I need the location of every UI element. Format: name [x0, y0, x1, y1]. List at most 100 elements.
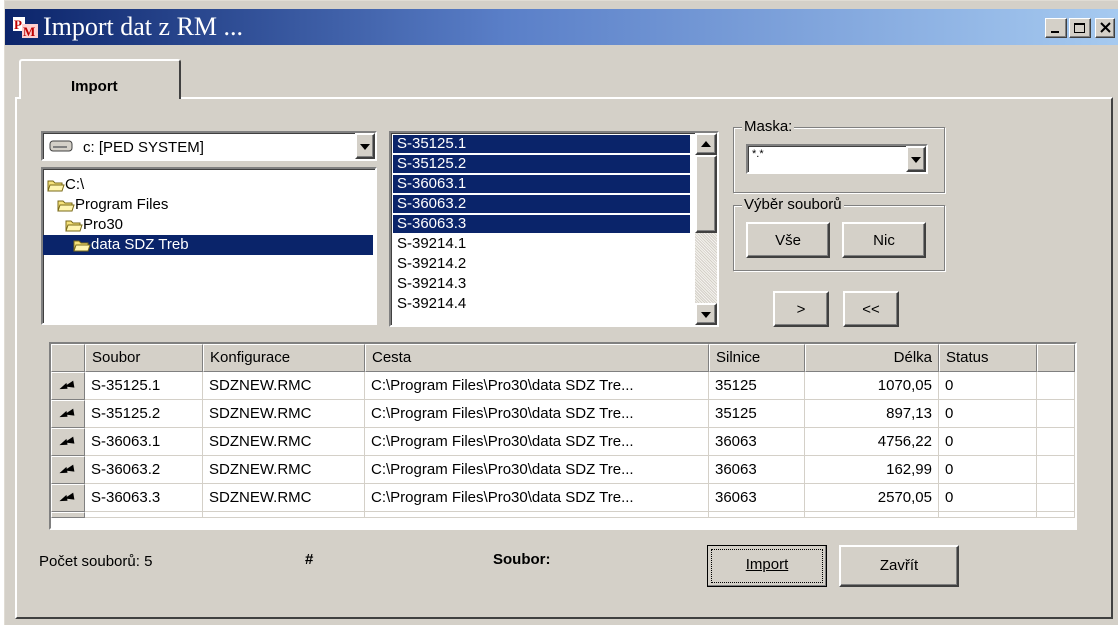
add-files-button[interactable]: >: [773, 291, 829, 327]
grid-cell-silnice[interactable]: 36063: [709, 428, 805, 456]
grid-cell-soubor[interactable]: [85, 512, 203, 518]
column-header-soubor[interactable]: Soubor: [85, 344, 203, 372]
file-list-item[interactable]: S-35125.2: [393, 155, 690, 173]
file-list-item[interactable]: S-39214.3: [393, 275, 690, 293]
mask-combobox[interactable]: *.*: [746, 144, 928, 174]
file-list[interactable]: S-35125.1 S-35125.2 S-36063.1 S-36063.2 S-36…: [389, 131, 719, 327]
row-indicator[interactable]: [51, 400, 85, 428]
grid-cell-silnice[interactable]: 35125: [709, 372, 805, 400]
column-header-konfigurace[interactable]: Konfigurace: [203, 344, 365, 372]
grid-cell-delka[interactable]: 4756,22: [805, 428, 939, 456]
grid-cell-cesta[interactable]: C:\Program Files\Pro30\data SDZ Tre...: [365, 400, 709, 428]
row-indicator[interactable]: [51, 372, 85, 400]
grid-cell-status[interactable]: 0: [939, 456, 1037, 484]
grid-cell-konfigurace[interactable]: SDZNEW.RMC: [203, 484, 365, 512]
directory-list[interactable]: C:\ Program Files Pro30 data SDZ Treb: [41, 167, 377, 325]
tab-import[interactable]: Import: [19, 59, 181, 99]
grid-cell-delka[interactable]: 2570,05: [805, 484, 939, 512]
grid-cell-delka[interactable]: 897,13: [805, 400, 939, 428]
grid-cell-delka[interactable]: 162,99: [805, 456, 939, 484]
directory-item-pro30[interactable]: Pro30: [65, 215, 123, 235]
arrow-right-icon: [59, 436, 75, 446]
drive-icon: [49, 140, 73, 152]
select-none-button[interactable]: Nic: [842, 222, 926, 258]
tab-import-label: Import: [71, 78, 118, 95]
row-indicator[interactable]: [51, 456, 85, 484]
grid-cell-konfigurace[interactable]: SDZNEW.RMC: [203, 428, 365, 456]
drive-dropdown-button[interactable]: [355, 133, 375, 159]
chevron-down-icon: [911, 157, 921, 163]
grid-cell-status[interactable]: [939, 512, 1037, 518]
grid-cell-empty[interactable]: [1037, 372, 1075, 400]
scroll-up-button[interactable]: [695, 133, 717, 155]
file-list-item[interactable]: S-36063.2: [393, 195, 690, 213]
file-selection-group: Výběr souborů Vše Nic: [733, 196, 945, 271]
grid-cell-silnice[interactable]: [709, 512, 805, 518]
drive-combobox[interactable]: c: [PED SYSTEM]: [41, 131, 377, 161]
grid-cell-soubor[interactable]: S-35125.1: [85, 372, 203, 400]
grid-cell-empty[interactable]: [1037, 456, 1075, 484]
close-button[interactable]: Zavřít: [839, 545, 959, 587]
grid-cell-delka[interactable]: [805, 512, 939, 518]
row-indicator[interactable]: [51, 484, 85, 512]
grid-cell-konfigurace[interactable]: SDZNEW.RMC: [203, 400, 365, 428]
row-indicator[interactable]: [51, 428, 85, 456]
scroll-down-button[interactable]: [695, 303, 717, 325]
grid-cell-konfigurace[interactable]: [203, 512, 365, 518]
grid-cell-soubor[interactable]: S-36063.1: [85, 428, 203, 456]
file-grid[interactable]: Soubor Konfigurace Cesta Silnice Délka S…: [49, 342, 1077, 530]
directory-item-program-files[interactable]: Program Files: [57, 195, 168, 215]
file-list-item[interactable]: S-39214.2: [393, 255, 690, 273]
remove-all-button[interactable]: <<: [843, 291, 899, 327]
grid-cell-empty[interactable]: [1037, 484, 1075, 512]
file-list-scrollbar[interactable]: [695, 133, 717, 325]
svg-text:M: M: [23, 24, 35, 39]
grid-cell-status[interactable]: 0: [939, 400, 1037, 428]
select-none-label: Nic: [873, 232, 895, 249]
mask-dropdown-button[interactable]: [906, 146, 926, 172]
import-label: Import: [745, 556, 789, 573]
file-list-item[interactable]: S-36063.3: [393, 215, 690, 233]
chevron-down-icon: [360, 144, 370, 150]
grid-cell-empty[interactable]: [1037, 428, 1075, 456]
minimize-icon: [1051, 31, 1059, 33]
grid-cell-status[interactable]: 0: [939, 428, 1037, 456]
grid-cell-silnice[interactable]: 36063: [709, 484, 805, 512]
column-header-cesta[interactable]: Cesta: [365, 344, 709, 372]
column-header-silnice[interactable]: Silnice: [709, 344, 805, 372]
grid-cell-cesta[interactable]: C:\Program Files\Pro30\data SDZ Tre...: [365, 372, 709, 400]
file-list-item[interactable]: S-35125.1: [393, 135, 690, 153]
grid-cell-cesta[interactable]: C:\Program Files\Pro30\data SDZ Tre...: [365, 484, 709, 512]
scroll-thumb[interactable]: [695, 155, 717, 233]
minimize-button[interactable]: [1045, 18, 1067, 38]
grid-cell-silnice[interactable]: 35125: [709, 400, 805, 428]
grid-cell-status[interactable]: 0: [939, 372, 1037, 400]
grid-cell-soubor[interactable]: S-36063.2: [85, 456, 203, 484]
grid-cell-cesta[interactable]: C:\Program Files\Pro30\data SDZ Tre...: [365, 428, 709, 456]
grid-cell-cesta[interactable]: [365, 512, 709, 518]
grid-cell-empty[interactable]: [1037, 512, 1075, 518]
directory-item-data-sdz-treb[interactable]: data SDZ Treb: [43, 235, 373, 255]
import-button[interactable]: Import: [707, 545, 827, 587]
maximize-button[interactable]: [1069, 18, 1091, 38]
grid-cell-soubor[interactable]: S-36063.3: [85, 484, 203, 512]
directory-item-root[interactable]: C:\: [47, 175, 84, 195]
grid-cell-konfigurace[interactable]: SDZNEW.RMC: [203, 372, 365, 400]
select-all-button[interactable]: Vše: [746, 222, 830, 258]
grid-cell-delka[interactable]: 1070,05: [805, 372, 939, 400]
grid-cell-empty[interactable]: [1037, 400, 1075, 428]
row-indicator[interactable]: [51, 512, 85, 518]
column-header-delka[interactable]: Délka: [805, 344, 939, 372]
file-list-item[interactable]: S-39214.1: [393, 235, 690, 253]
file-list-item[interactable]: S-36063.1: [393, 175, 690, 193]
file-count: Počet souborů: 5: [39, 553, 153, 570]
grid-cell-silnice[interactable]: 36063: [709, 456, 805, 484]
grid-cell-cesta[interactable]: C:\Program Files\Pro30\data SDZ Tre...: [365, 456, 709, 484]
title-bar[interactable]: P M Import dat z RM ...: [5, 9, 1118, 45]
grid-cell-status[interactable]: 0: [939, 484, 1037, 512]
grid-cell-soubor[interactable]: S-35125.2: [85, 400, 203, 428]
close-window-button[interactable]: [1095, 18, 1115, 38]
grid-cell-konfigurace[interactable]: SDZNEW.RMC: [203, 456, 365, 484]
column-header-status[interactable]: Status: [939, 344, 1037, 372]
file-list-item[interactable]: S-39214.4: [393, 295, 690, 313]
